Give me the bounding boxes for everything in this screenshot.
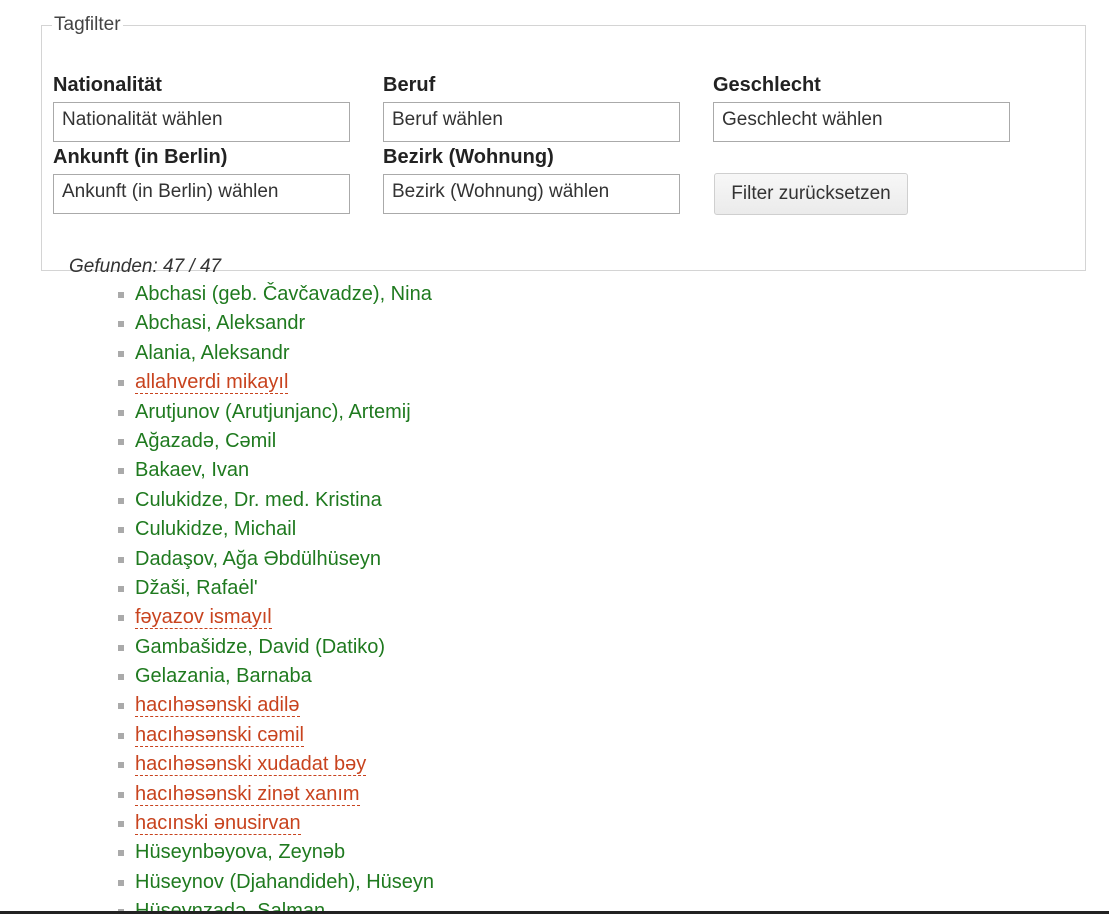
- profession-label: Beruf: [383, 74, 436, 96]
- list-item: Abchasi (geb. Čavčavadze), Nina: [118, 280, 434, 309]
- person-link[interactable]: Dadaşov, Ağa Əbdülhüseyn: [135, 548, 381, 570]
- person-link[interactable]: Abchasi (geb. Čavčavadze), Nina: [135, 283, 432, 305]
- list-item: hacıhəsənski cəmil: [118, 721, 434, 750]
- list-bullet-icon: [118, 703, 124, 710]
- list-item: allahverdi mikayıl: [118, 368, 434, 397]
- person-link[interactable]: Džaši, Rafaėl': [135, 577, 258, 599]
- list-item: Alania, Aleksandr: [118, 339, 434, 368]
- list-item: Culukidze, Dr. med. Kristina: [118, 486, 434, 515]
- profession-select[interactable]: Beruf wählen: [383, 102, 680, 142]
- list-item: Dadaşov, Ağa Əbdülhüseyn: [118, 545, 434, 574]
- list-bullet-icon: [118, 615, 124, 622]
- nationality-label: Nationalität: [53, 74, 162, 96]
- district-select[interactable]: Bezirk (Wohnung) wählen: [383, 174, 680, 214]
- list-bullet-icon: [118, 850, 124, 857]
- list-bullet-icon: [118, 674, 124, 681]
- list-bullet-icon: [118, 468, 124, 475]
- list-item: Gelazania, Barnaba: [118, 662, 434, 691]
- arrival-select[interactable]: Ankunft (in Berlin) wählen: [53, 174, 350, 214]
- district-label: Bezirk (Wohnung): [383, 146, 554, 168]
- list-item: Abchasi, Aleksandr: [118, 309, 434, 338]
- person-link[interactable]: Abchasi, Aleksandr: [135, 312, 305, 334]
- person-link[interactable]: Alania, Aleksandr: [135, 342, 290, 364]
- list-item: Hüseynbəyova, Zeynəb: [118, 838, 434, 867]
- person-link[interactable]: Ağazadə, Cəmil: [135, 430, 276, 452]
- list-item: Bakaev, Ivan: [118, 456, 434, 485]
- list-bullet-icon: [118, 409, 124, 416]
- list-item: Ağazadə, Cəmil: [118, 427, 434, 456]
- list-item: Hüseynov (Djahandideh), Hüseyn: [118, 868, 434, 897]
- list-bullet-icon: [118, 438, 124, 445]
- list-bullet-icon: [118, 321, 124, 328]
- list-item: hacıhəsənski xudadat bəy: [118, 750, 434, 779]
- list-bullet-icon: [118, 732, 124, 739]
- list-bullet-icon: [118, 556, 124, 563]
- person-link[interactable]: Hüseynov (Djahandideh), Hüseyn: [135, 871, 434, 893]
- list-item: Gambašidze, David (Datiko): [118, 633, 434, 662]
- person-link-missing[interactable]: allahverdi mikayıl: [135, 371, 289, 395]
- list-bullet-icon: [118, 527, 124, 534]
- people-list: Abchasi (geb. Čavčavadze), Nina Abchasi, …: [118, 280, 434, 914]
- arrival-label: Ankunft (in Berlin): [53, 146, 228, 168]
- person-link[interactable]: Bakaev, Ivan: [135, 459, 249, 481]
- person-link[interactable]: Hüseynbəyova, Zeynəb: [135, 841, 345, 863]
- list-item: Arutjunov (Arutjunjanc), Artemij: [118, 398, 434, 427]
- person-link-missing[interactable]: hacıhəsənski adilə: [135, 694, 300, 718]
- list-item: hacıhəsənski adilə: [118, 691, 434, 720]
- list-bullet-icon: [118, 292, 124, 298]
- list-bullet-icon: [118, 762, 124, 769]
- list-bullet-icon: [118, 497, 124, 504]
- list-item: hacıhəsənski zinət xanım: [118, 780, 434, 809]
- tag-filter-panel: Tagfilter Nationalität Nationalität wähl…: [41, 14, 1086, 277]
- list-bullet-icon: [118, 644, 124, 651]
- person-link[interactable]: Culukidze, Michail: [135, 518, 296, 540]
- list-bullet-icon: [118, 585, 124, 592]
- found-count: Gefunden: 47 / 47: [69, 256, 222, 277]
- person-link[interactable]: Arutjunov (Arutjunjanc), Artemij: [135, 401, 411, 423]
- person-link-missing[interactable]: hacıhəsənski cəmil: [135, 723, 304, 747]
- person-link-missing[interactable]: hacıhəsənski xudadat bəy: [135, 753, 367, 777]
- person-link[interactable]: Culukidze, Dr. med. Kristina: [135, 489, 382, 511]
- list-bullet-icon: [118, 350, 124, 357]
- person-link[interactable]: Gelazania, Barnaba: [135, 665, 312, 687]
- list-bullet-icon: [118, 791, 124, 798]
- list-bullet-icon: [118, 380, 124, 387]
- person-link[interactable]: Gambašidze, David (Datiko): [135, 636, 385, 658]
- gender-label: Geschlecht: [713, 74, 821, 96]
- person-link-missing[interactable]: hacıhəsənski zinət xanım: [135, 782, 360, 806]
- list-item: Culukidze, Michail: [118, 515, 434, 544]
- list-item: Džaši, Rafaėl': [118, 574, 434, 603]
- tag-filter-legend: Tagfilter: [54, 14, 121, 35]
- list-item: hacınski ənusirvan: [118, 809, 434, 838]
- nationality-select[interactable]: Nationalität wählen: [53, 102, 350, 142]
- page: Tagfilter Nationalität Nationalität wähl…: [0, 0, 1109, 914]
- person-link-missing[interactable]: hacınski ənusirvan: [135, 812, 301, 836]
- person-link-missing[interactable]: fəyazov ismayıl: [135, 606, 272, 630]
- reset-filter-button[interactable]: Filter zurücksetzen: [714, 173, 908, 215]
- gender-select[interactable]: Geschlecht wählen: [713, 102, 1010, 142]
- list-bullet-icon: [118, 821, 124, 828]
- list-bullet-icon: [118, 879, 124, 886]
- list-item: fəyazov ismayıl: [118, 603, 434, 632]
